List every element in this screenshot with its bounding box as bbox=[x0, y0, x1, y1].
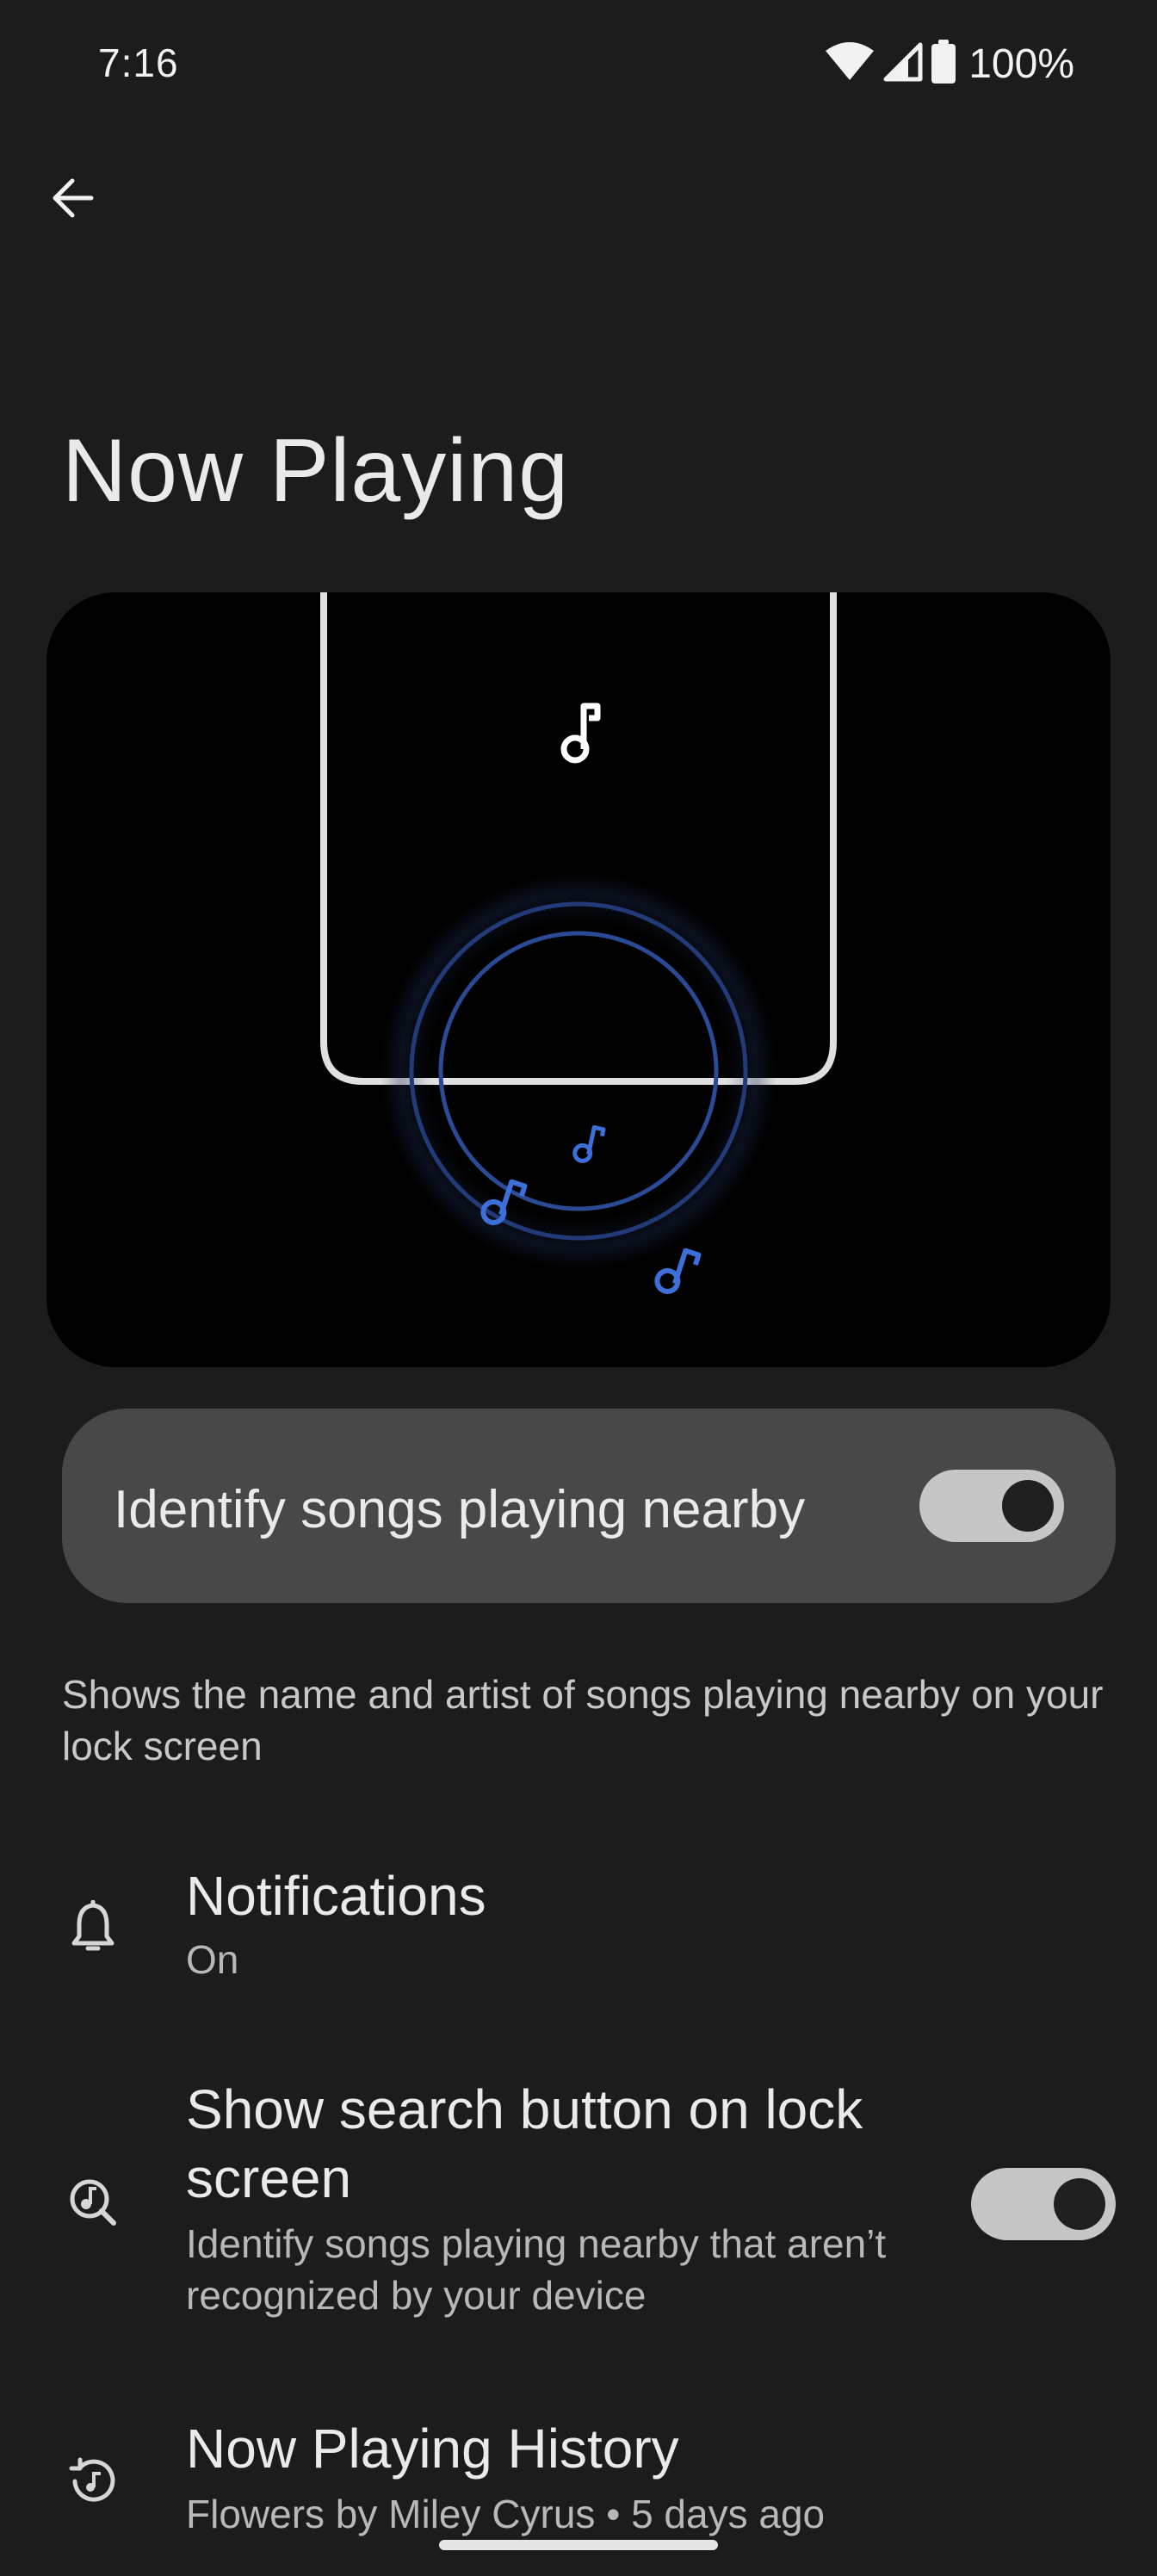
gesture-nav-handle[interactable] bbox=[439, 2540, 718, 2550]
status-time: 7:16 bbox=[98, 40, 179, 85]
lock-screen-search-row[interactable]: Show search button on lock screen Identi… bbox=[0, 2066, 1157, 2342]
arrow-back-icon bbox=[48, 174, 96, 226]
music-note-icon bbox=[560, 703, 601, 764]
bell-icon bbox=[62, 1896, 124, 1958]
identify-songs-label: Identify songs playing nearby bbox=[114, 1480, 806, 1539]
notifications-status: On bbox=[186, 1937, 239, 1982]
history-icon bbox=[62, 2450, 124, 2512]
now-playing-history-title: Now Playing History bbox=[186, 2418, 679, 2480]
page-title: Now Playing bbox=[62, 421, 570, 521]
lock-screen-search-title: Show search button on lock screen bbox=[186, 2078, 863, 2209]
identify-songs-switch[interactable] bbox=[919, 1470, 1064, 1542]
notifications-row[interactable]: Notifications On bbox=[0, 1851, 1157, 1997]
battery-icon bbox=[931, 40, 956, 89]
music-note-icon bbox=[654, 1248, 702, 1294]
now-playing-illustration bbox=[46, 592, 1111, 1367]
identify-songs-card[interactable]: Identify songs playing nearby bbox=[62, 1409, 1116, 1603]
lock-screen-search-switch[interactable] bbox=[971, 2168, 1116, 2240]
notifications-title: Notifications bbox=[186, 1865, 486, 1927]
identify-songs-description: Shows the name and artist of songs playi… bbox=[62, 1672, 1104, 1768]
now-playing-history-row[interactable]: Now Playing History Flowers by Miley Cyr… bbox=[0, 2411, 1157, 2540]
battery-percent: 100% bbox=[968, 41, 1074, 87]
switch-thumb bbox=[1002, 1480, 1054, 1532]
status-bar: 7:16 100% bbox=[0, 0, 1157, 129]
cell-signal-icon bbox=[882, 41, 924, 87]
now-playing-history-subtitle: Flowers by Miley Cyrus • 5 days ago bbox=[186, 2492, 826, 2536]
switch-thumb bbox=[1054, 2178, 1105, 2230]
status-icons: 100% bbox=[824, 40, 1074, 89]
back-button[interactable] bbox=[36, 164, 108, 236]
music-search-icon bbox=[62, 2171, 124, 2233]
wifi-icon bbox=[824, 40, 875, 88]
lock-screen-search-subtitle: Identify songs playing nearby that aren’… bbox=[186, 2221, 887, 2318]
